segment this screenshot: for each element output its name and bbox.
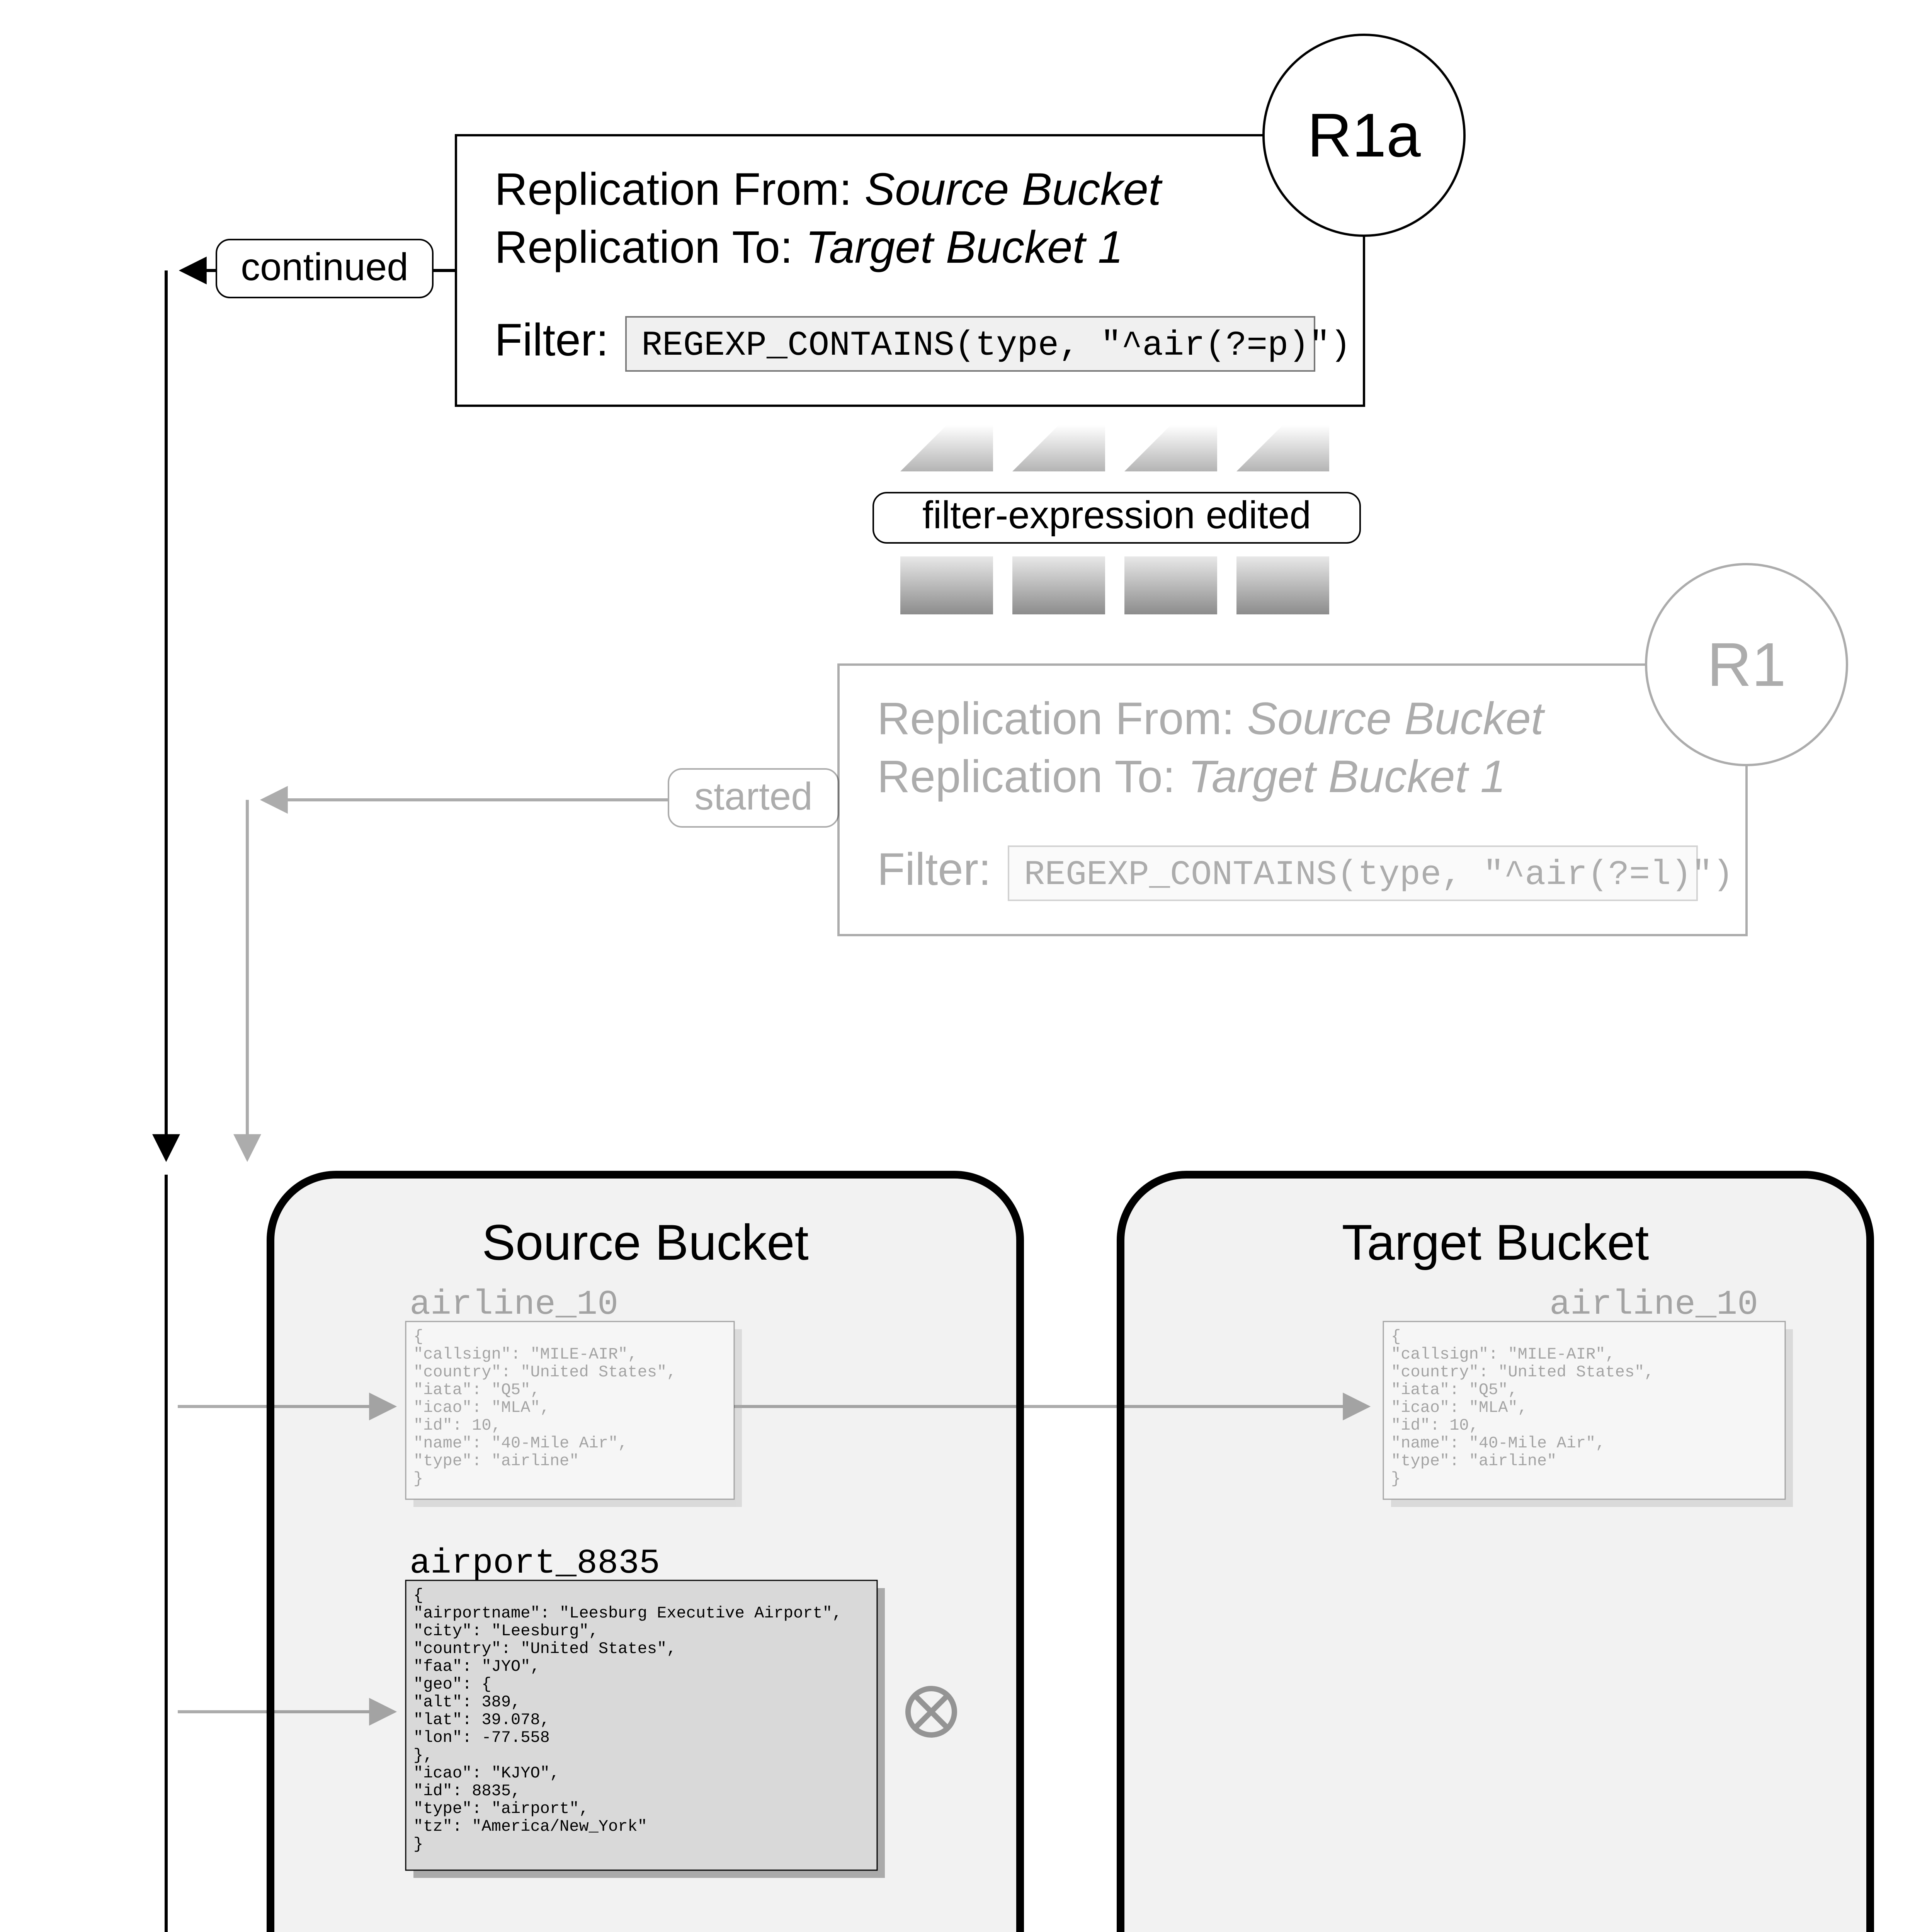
svg-text:"lat": 39.078,: "lat": 39.078, (413, 1711, 550, 1729)
svg-text:"tz": "America/New_York": "tz": "America/New_York" (413, 1817, 647, 1836)
svg-text:Replication To: Target Bucket: Replication To: Target Bucket 1 (495, 222, 1123, 273)
r1a-to-label: Replication To: (495, 222, 806, 273)
svg-text:"callsign": "MILE-AIR",: "callsign": "MILE-AIR", (413, 1345, 638, 1364)
r1a-from-label: Replication From: (495, 164, 864, 215)
r1-filter-expr: REGEXP_CONTAINS(type, "^air(?=l)") (1024, 855, 1733, 895)
svg-text:"country": "United States",: "country": "United States", (413, 1363, 677, 1381)
svg-text:Replication To: Target Bucket: Replication To: Target Bucket 1 (877, 751, 1506, 802)
r1a-badge: R1a (1307, 100, 1421, 170)
svg-text:"name": "40-Mile Air",: "name": "40-Mile Air", (413, 1434, 628, 1452)
svg-text:"geo": {: "geo": { (413, 1675, 492, 1694)
svg-text:"callsign": "MILE-AIR",: "callsign": "MILE-AIR", (1391, 1345, 1615, 1364)
svg-text:"country": "United States",: "country": "United States", (413, 1639, 677, 1658)
r1a-filter-expr: REGEXP_CONTAINS(type, "^air(?=p)") (641, 326, 1351, 366)
r1-badge: R1 (1707, 630, 1786, 699)
svg-text:"name": "40-Mile Air",: "name": "40-Mile Air", (1391, 1434, 1605, 1452)
r1a-to-value: Target Bucket 1 (806, 222, 1123, 273)
svg-text:}: } (413, 1835, 423, 1854)
r1-to-value: Target Bucket 1 (1188, 751, 1506, 802)
svg-text:}: } (1391, 1469, 1401, 1488)
svg-text:"airportname": "Leesburg Execu: "airportname": "Leesburg Executive Airpo… (413, 1604, 842, 1622)
svg-text:"icao": "MLA",: "icao": "MLA", (1391, 1398, 1527, 1417)
chain-continued: continued (166, 240, 456, 1159)
svg-text:"id": 10,: "id": 10, (413, 1416, 501, 1435)
doc-key: airline_10 (410, 1285, 618, 1325)
edited-label: filter-expression edited (922, 493, 1311, 537)
svg-text:"country": "United States",: "country": "United States", (1391, 1363, 1654, 1381)
source-bucket-title: Source Bucket (482, 1214, 808, 1270)
svg-text:"iata": "Q5",: "iata": "Q5", (413, 1381, 540, 1399)
svg-text:"type": "airline": "type": "airline" (1391, 1452, 1556, 1470)
diagram-svg: Replication From: Source Bucket Replicat… (0, 0, 1932, 1932)
svg-text:"lon": -77.558: "lon": -77.558 (413, 1728, 550, 1747)
doc-key: airline_10 (1549, 1285, 1758, 1325)
svg-text:"city": "Leesburg",: "city": "Leesburg", (413, 1622, 599, 1640)
svg-text:{: { (1391, 1327, 1401, 1346)
doc-key: airport_8835 (410, 1544, 660, 1583)
card-r1: Replication From: Source Bucket Replicat… (838, 564, 1847, 935)
r1-filter-label: Filter: (877, 844, 991, 895)
r1a-from-value: Source Bucket (864, 164, 1163, 215)
chain-started: started (247, 769, 838, 1159)
card-r1a: Replication From: Source Bucket Replicat… (456, 35, 1464, 406)
r1-from-value: Source Bucket (1247, 693, 1545, 744)
target-bucket-title: Target Bucket (1342, 1214, 1649, 1270)
doc-src-airport8835: airport_8835 { "airportname": "Leesburg … (406, 1544, 885, 1878)
r1-to-label: Replication To: (877, 751, 1188, 802)
transition-chevrons: filter-expression edited (873, 425, 1360, 614)
continued-label: continued (241, 245, 408, 289)
svg-text:{: { (413, 1586, 423, 1605)
svg-text:"faa": "JYO",: "faa": "JYO", (413, 1657, 540, 1676)
started-label: started (694, 775, 813, 818)
svg-text:"type": "airport",: "type": "airport", (413, 1799, 589, 1818)
svg-text:Replication From: Source Bucke: Replication From: Source Bucket (495, 164, 1163, 215)
svg-text:{: { (413, 1327, 423, 1346)
svg-text:}: } (413, 1469, 423, 1488)
svg-text:"id": 8835,: "id": 8835, (413, 1782, 520, 1800)
svg-text:"icao": "MLA",: "icao": "MLA", (413, 1398, 550, 1417)
svg-text:"alt": 389,: "alt": 389, (413, 1693, 520, 1711)
r1a-filter-label: Filter: (495, 315, 609, 366)
svg-text:Replication From: Source Bucke: Replication From: Source Bucket (877, 693, 1545, 744)
svg-text:"icao": "KJYO",: "icao": "KJYO", (413, 1764, 560, 1782)
svg-text:"id": 10,: "id": 10, (1391, 1416, 1479, 1435)
svg-text:"type": "airline": "type": "airline" (413, 1452, 579, 1470)
r1-from-label: Replication From: (877, 693, 1247, 744)
svg-text:"iata": "Q5",: "iata": "Q5", (1391, 1381, 1518, 1399)
svg-text:},: }, (413, 1746, 433, 1765)
